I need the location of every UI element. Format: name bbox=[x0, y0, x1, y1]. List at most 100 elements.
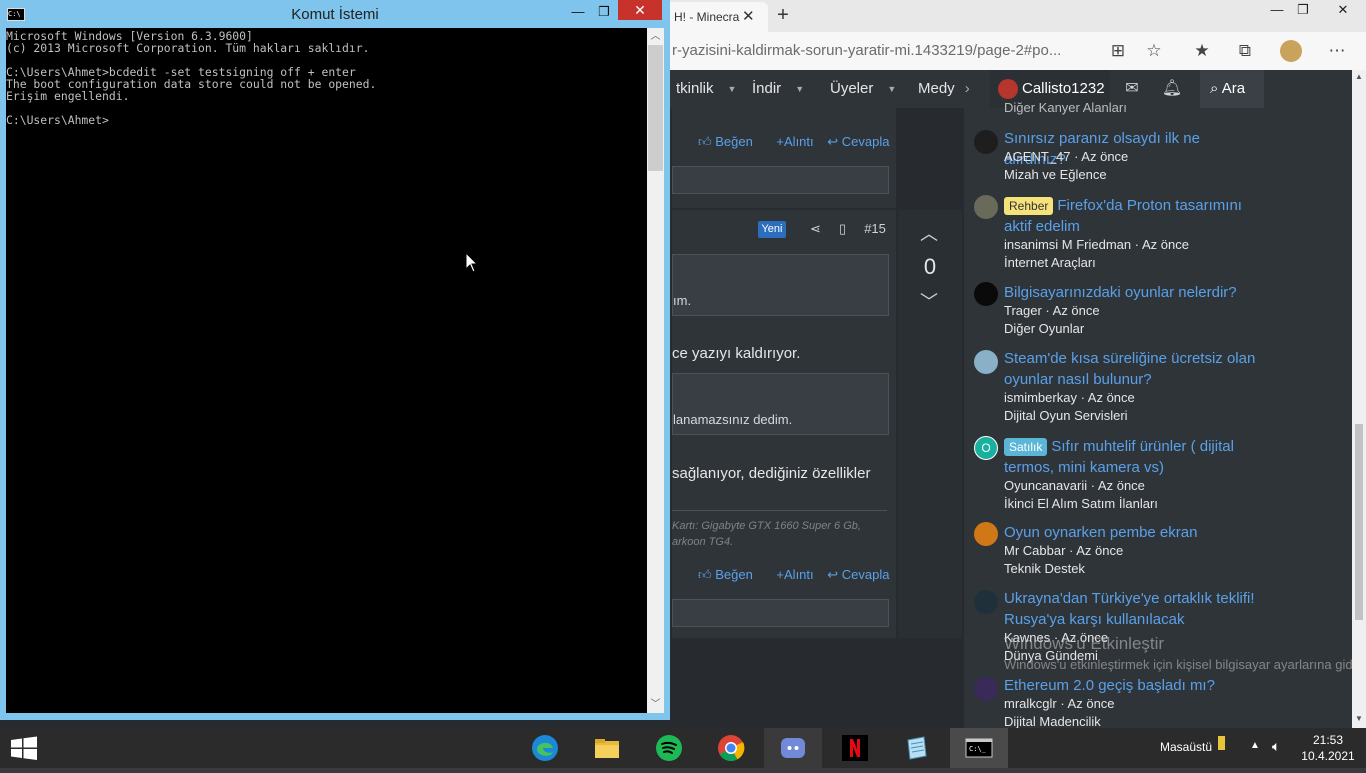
volume-icon[interactable]: 🔈︎ bbox=[1272, 738, 1280, 755]
nav-item-indir[interactable]: İndir ▼ bbox=[752, 70, 804, 108]
command-prompt-window: C:\ Komut İstemi — ❐ ✕ Microsoft Windows… bbox=[0, 0, 670, 720]
thread-link[interactable]: Rehber Firefox'da Proton tasarımını aktif… bbox=[1004, 195, 1260, 237]
system-tray: Masaüstü » ▲ 🔈︎ 21:53 10.4.2021 bbox=[1150, 728, 1366, 768]
taskbar-cmd[interactable]: C:\_ bbox=[950, 728, 1008, 768]
thread-meta: mralkcglr · Az önce bbox=[1004, 696, 1115, 711]
close-tab-icon[interactable]: ✕ bbox=[742, 2, 755, 32]
downvote-icon[interactable]: ﹀ bbox=[920, 288, 938, 314]
avatar[interactable] bbox=[974, 522, 998, 546]
nav-label: tkinlik bbox=[676, 80, 714, 97]
thread-forum[interactable]: İkinci El Alım Satım İlanları bbox=[1004, 496, 1158, 511]
reply-input[interactable] bbox=[672, 166, 889, 194]
thread-link[interactable]: Ukrayna'dan Türkiye'ye ortaklık teklifi!… bbox=[1004, 588, 1260, 630]
favorites-icon[interactable]: ★ bbox=[1191, 40, 1213, 62]
chrome-icon bbox=[718, 735, 745, 762]
reply-button[interactable]: ↩ Cevapla bbox=[827, 567, 899, 582]
profile-avatar[interactable] bbox=[1280, 40, 1302, 62]
thread-forum[interactable]: Dijital Madencilik bbox=[1004, 714, 1101, 729]
nav-item-etkinlik[interactable]: tkinlik ▼ bbox=[676, 70, 736, 108]
thread-link[interactable]: Bilgisayarınızdaki oyunlar nelerdir? bbox=[1004, 282, 1260, 303]
taskbar-file-explorer[interactable] bbox=[578, 728, 636, 768]
collections-icon[interactable]: ⧉ bbox=[1234, 40, 1256, 62]
taskbar-netflix[interactable] bbox=[826, 728, 884, 768]
avatar[interactable] bbox=[974, 350, 998, 374]
minimize-icon[interactable]: — bbox=[566, 2, 590, 22]
desktop-toolbar-label[interactable]: Masaüstü bbox=[1160, 740, 1212, 754]
thread-link[interactable]: Satılık Sıfır muhtelif ürünler ( dijital … bbox=[1004, 436, 1260, 478]
search-button[interactable]: ⌕ Ara bbox=[1200, 70, 1264, 108]
thread-meta: Trager · Az önce bbox=[1004, 303, 1100, 318]
thread-meta: insanimsi M Friedman · Az önce bbox=[1004, 237, 1189, 252]
nav-item-medya[interactable]: Medy › bbox=[918, 70, 970, 108]
new-tab-icon[interactable]: + bbox=[772, 4, 794, 28]
clock-date[interactable]: 10.4.2021 bbox=[1300, 749, 1356, 763]
avatar[interactable]: O bbox=[974, 436, 998, 460]
close-icon[interactable]: ✕ bbox=[618, 0, 662, 20]
post-number[interactable]: #15 bbox=[864, 221, 886, 236]
scroll-down-icon[interactable]: ﹀ bbox=[647, 696, 664, 713]
scroll-up-icon[interactable]: ▲ bbox=[1352, 70, 1366, 84]
new-badge: Yeni bbox=[758, 221, 786, 238]
taskbar-spotify[interactable] bbox=[640, 728, 698, 768]
bell-icon[interactable]: 🔔︎ bbox=[1152, 70, 1192, 108]
thread-forum[interactable]: Mizah ve Eğlence bbox=[1004, 167, 1107, 182]
like-button[interactable]: 👍︎ Beğen bbox=[698, 567, 763, 582]
tab-title: H! - Minecra bbox=[674, 10, 740, 24]
taskbar-chrome[interactable] bbox=[702, 728, 760, 768]
share-icon[interactable]: ⋖ bbox=[810, 221, 821, 236]
taskbar-discord[interactable] bbox=[764, 728, 822, 768]
scrollbar-thumb[interactable] bbox=[648, 45, 663, 171]
chevron-right-icon: › bbox=[964, 80, 970, 97]
user-avatar bbox=[998, 79, 1018, 99]
console-scrollbar[interactable]: ︿ ﹀ bbox=[647, 28, 664, 713]
taskbar-notepad[interactable] bbox=[888, 728, 946, 768]
like-button[interactable]: 👍︎ Beğen bbox=[698, 134, 763, 149]
reply-button[interactable]: ↩ Cevapla bbox=[827, 134, 899, 149]
avatar[interactable] bbox=[974, 590, 998, 614]
close-icon[interactable]: ✕ bbox=[1320, 0, 1366, 22]
post-actions: 👍︎ Beğen +Alıntı ↩ Cevapla bbox=[698, 134, 909, 150]
thread-meta: ismimberkay · Az önce bbox=[1004, 390, 1135, 405]
bookmark-icon[interactable]: ▯ bbox=[839, 221, 846, 236]
thread-forum[interactable]: İnternet Araçları bbox=[1004, 255, 1096, 270]
post-divider bbox=[672, 208, 896, 210]
scrollbar-thumb[interactable] bbox=[1355, 424, 1363, 620]
avatar[interactable] bbox=[974, 282, 998, 306]
scroll-down-icon[interactable]: ▼ bbox=[1352, 712, 1366, 726]
signature: Kartı: Gigabyte GTX 1660 Super 6 Gb, ark… bbox=[672, 518, 887, 550]
thread-link[interactable]: Ethereum 2.0 geçiş başladı mı? bbox=[1004, 675, 1260, 696]
thread-forum[interactable]: Diğer Oyunlar bbox=[1004, 321, 1084, 336]
thread-link[interactable]: Steam'de kısa süreliğine ücretsiz olan o… bbox=[1004, 348, 1260, 390]
show-hidden-icons[interactable]: ▲ bbox=[1250, 740, 1260, 751]
nav-item-uyeler[interactable]: Üyeler ▼ bbox=[830, 70, 896, 108]
console-area[interactable]: Microsoft Windows [Version 6.3.9600] (c)… bbox=[6, 28, 647, 713]
taskbar-edge[interactable] bbox=[516, 728, 574, 768]
restore-icon[interactable]: ❐ bbox=[592, 2, 616, 22]
search-label: Ara bbox=[1221, 80, 1246, 97]
cmd-titlebar[interactable]: C:\ Komut İstemi — ❐ ✕ bbox=[0, 0, 670, 28]
quote-button[interactable]: +Alıntı bbox=[776, 134, 813, 149]
browser-scrollbar[interactable]: ▲ ▼ bbox=[1352, 70, 1366, 728]
upvote-icon[interactable]: ︿ bbox=[920, 220, 938, 246]
thread-title: Ukrayna'dan Türkiye'ye ortaklık teklifi!… bbox=[1004, 590, 1255, 628]
reply-input[interactable] bbox=[672, 599, 889, 627]
url-field[interactable]: r-yazisini-kaldirmak-sorun-yaratir-mi.14… bbox=[672, 42, 1061, 59]
scroll-up-icon[interactable]: ︿ bbox=[647, 28, 664, 45]
thread-forum[interactable]: Dijital Oyun Servisleri bbox=[1004, 408, 1128, 423]
avatar[interactable] bbox=[974, 195, 998, 219]
quote-button[interactable]: +Alıntı bbox=[776, 567, 813, 582]
console-output[interactable]: Microsoft Windows [Version 6.3.9600] (c)… bbox=[6, 30, 376, 126]
apps-icon[interactable]: ⊞ bbox=[1107, 40, 1129, 62]
more-options-icon[interactable]: ⋯ bbox=[1326, 40, 1348, 62]
thread-link[interactable]: Oyun oynarken pembe ekran bbox=[1004, 522, 1260, 543]
avatar[interactable] bbox=[974, 130, 998, 154]
netflix-icon bbox=[842, 735, 868, 761]
windows-logo-icon bbox=[11, 736, 37, 760]
nav-label: İndir bbox=[752, 80, 782, 97]
browser-tab[interactable]: H! - Minecra ✕ bbox=[660, 2, 768, 32]
avatar[interactable] bbox=[974, 677, 998, 701]
clock-time[interactable]: 21:53 bbox=[1300, 733, 1356, 747]
favorite-add-icon[interactable]: ☆ bbox=[1143, 40, 1165, 62]
start-button[interactable] bbox=[0, 728, 48, 768]
thread-forum[interactable]: Teknik Destek bbox=[1004, 561, 1085, 576]
